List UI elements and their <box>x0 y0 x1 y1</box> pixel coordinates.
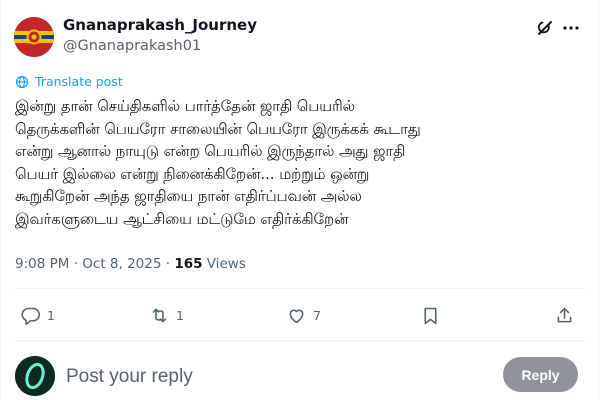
user-avatar[interactable] <box>15 356 55 396</box>
post-date[interactable]: Oct 8, 2025 <box>82 256 161 272</box>
like-action-button[interactable]: 7 <box>286 305 321 326</box>
author-avatar[interactable] <box>14 17 54 57</box>
user-avatar-icon <box>15 356 55 396</box>
author-name[interactable]: Gnanaprakash_Journey <box>63 16 257 34</box>
post-text: இன்று தான் செய்திகளில் பார்த்தேன் ஜாதி ப… <box>15 98 421 228</box>
bookmark-action-button[interactable] <box>420 305 441 326</box>
meta-separator: · <box>69 256 83 272</box>
reply-action-button[interactable]: 1 <box>20 305 55 326</box>
reply-input[interactable] <box>64 362 488 392</box>
share-action-button[interactable] <box>554 305 575 326</box>
divider-top <box>15 288 585 289</box>
heart-icon <box>289 309 304 324</box>
views-label: Views <box>202 256 246 272</box>
post-time[interactable]: 9:08 PM <box>15 256 69 272</box>
repost-icon <box>152 308 167 323</box>
meta-separator-2: · <box>161 256 175 272</box>
like-count: 7 <box>313 308 321 323</box>
divider-bottom <box>15 340 585 341</box>
share-icon <box>557 307 572 323</box>
left-border <box>0 0 1 400</box>
repost-action-button[interactable]: 1 <box>149 305 184 326</box>
right-border <box>598 0 599 400</box>
views-count: 165 <box>174 256 203 272</box>
bookmark-icon <box>424 307 437 325</box>
post-meta: 9:08 PM · Oct 8, 2025 · 165 Views <box>15 256 246 272</box>
author-handle[interactable]: @Gnanaprakash01 <box>63 38 201 54</box>
translate-post-label: Translate post <box>35 74 123 89</box>
translate-post-link[interactable]: Translate post <box>15 74 123 89</box>
reply-button[interactable]: Reply <box>503 357 578 392</box>
reply-icon <box>21 307 41 326</box>
reply-count: 1 <box>47 308 55 323</box>
repost-count: 1 <box>176 308 184 323</box>
globe-icon <box>15 75 29 88</box>
more-dots-icon[interactable] <box>561 18 581 38</box>
flag-avatar-icon <box>14 17 54 57</box>
grok-icon[interactable] <box>535 18 555 38</box>
